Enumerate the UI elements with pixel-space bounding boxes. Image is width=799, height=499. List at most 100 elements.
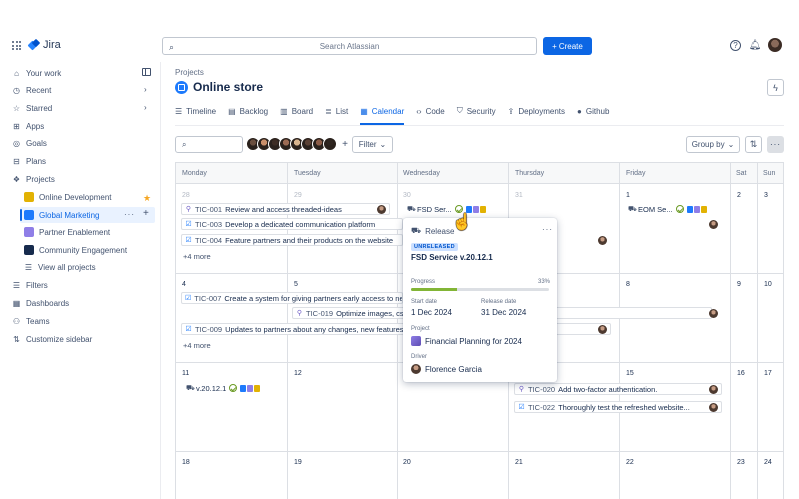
sidebar-project-community-engagement[interactable]: Community Engagement (24, 243, 127, 257)
chevron-down-icon: ⌄ (379, 140, 387, 149)
chevron-right-icon[interactable]: › (144, 103, 147, 112)
sidebar-item-label: Projects (26, 174, 55, 184)
tabs-divider (175, 125, 784, 126)
issue-summary: Review and access threaded-ideas (225, 204, 342, 214)
sidebar-project-online-development[interactable]: Online Development (24, 190, 111, 204)
assignee-avatar (709, 309, 718, 318)
release-event[interactable]: ⛟ EOM Se... (625, 203, 723, 215)
chevron-down-icon: ⌄ (727, 140, 735, 149)
hand-cursor-icon: ☝ (452, 214, 472, 231)
github-icon: ● (577, 106, 582, 116)
sidebar-item-goals[interactable]: ◎ Goals (12, 136, 47, 150)
release-name: EOM Se... (638, 204, 673, 214)
sidebar-item-filters[interactable]: ☰ Filters (12, 278, 48, 292)
automation-bolt-icon[interactable]: ϟ (767, 79, 784, 96)
group-by-button[interactable]: Group by ⌄ (686, 136, 740, 153)
start-date-value: 1 Dec 2024 (411, 308, 452, 317)
tab-list[interactable]: ≣ List (325, 104, 355, 118)
filter-icon: ☰ (12, 280, 21, 290)
page-title: Online store (175, 80, 263, 94)
sidebar-item-label: Plans (26, 156, 47, 166)
sidebar-item-projects[interactable]: ❖ Projects (12, 172, 55, 186)
create-button-label: Create (558, 41, 583, 51)
sidebar-project-global-marketing[interactable]: Global Marketing (24, 208, 99, 222)
day-number: 12 (294, 370, 302, 377)
grid-line (730, 162, 731, 499)
calendar-event[interactable]: ⚲ TIC-020 Add two-factor authentication. (514, 383, 722, 395)
assignee-avatar (598, 325, 607, 334)
collapse-sidebar-icon[interactable] (142, 68, 151, 76)
issue-key: TIC-020 (528, 384, 556, 394)
release-name: FSD Ser... (417, 204, 452, 214)
starred-star-icon[interactable]: ★ (143, 193, 151, 204)
tab-code[interactable]: ‹› Code (416, 104, 451, 118)
day-header: Tuesday (294, 170, 321, 177)
calendar-event[interactable]: ☑ TIC-003 Develop a dedicated communicat… (181, 218, 403, 230)
tab-deployments[interactable]: ⇪ Deployments (508, 104, 572, 118)
release-event[interactable]: ⛟ v.20.12.1 (183, 382, 283, 394)
calendar-event[interactable]: ⚲ TIC-001 Review and access threaded-ide… (181, 203, 390, 215)
calendar-search-input[interactable]: ⌕ (175, 136, 243, 153)
sidebar-item-dashboards[interactable]: ▦ Dashboards (12, 296, 69, 310)
list-icon: ≣ (325, 106, 332, 116)
more-actions-icon[interactable]: ··· (124, 210, 135, 219)
driver-value[interactable]: Florence Garcia (425, 365, 482, 374)
sidebar-item-teams[interactable]: ⚇ Teams (12, 314, 50, 328)
tab-github[interactable]: ● Github (577, 104, 616, 118)
sidebar-item-customize[interactable]: ⇅ Customize sidebar (12, 332, 92, 346)
more-events-link[interactable]: +4 more (183, 252, 211, 261)
sidebar-project-partner-enablement[interactable]: Partner Enablement (24, 225, 110, 239)
jira-logo[interactable]: Jira (29, 39, 61, 51)
shield-icon: ⛉ (456, 106, 463, 115)
assignee-avatar (709, 220, 718, 229)
notifications-bell-icon[interactable]: 🔔︎ (748, 38, 762, 52)
progress-percent: 33% (538, 279, 551, 285)
global-search-input[interactable]: ⌕ Search Atlassian (162, 37, 537, 55)
sidebar-item-your-work[interactable]: ⌂ Your work (12, 66, 61, 80)
filter-button[interactable]: Filter ⌄ (352, 136, 393, 153)
tab-calendar[interactable]: ▦ Calendar (360, 104, 411, 125)
day-number: 24 (764, 459, 772, 466)
tab-timeline[interactable]: ☰ Timeline (175, 104, 223, 118)
user-avatar[interactable] (768, 38, 782, 52)
tab-security[interactable]: ⛉ Security (457, 104, 503, 118)
add-assignee-icon[interactable]: + (338, 137, 352, 151)
release-icon: ⛟ (411, 226, 422, 235)
calendar-event[interactable]: ☑ TIC-007 Create a system for giving par… (181, 292, 403, 304)
tab-board[interactable]: ▥ Board (280, 104, 320, 118)
day-number: 15 (626, 370, 634, 377)
more-options-icon[interactable]: ··· (767, 136, 784, 153)
tab-backlog[interactable]: ▤ Backlog (228, 104, 275, 118)
day-number: 22 (626, 459, 634, 466)
assignee-avatar-group[interactable]: + (246, 137, 352, 151)
sidebar-item-plans[interactable]: ⊟ Plans (12, 154, 46, 168)
sidebar-item-label: Community Engagement (39, 245, 128, 255)
assignee-avatar (377, 205, 386, 214)
release-title[interactable]: FSD Service v.20.12.1 (411, 253, 493, 262)
plus-icon: + (552, 41, 557, 51)
breadcrumb[interactable]: Projects (175, 68, 204, 77)
app-switcher-icon[interactable] (12, 41, 21, 50)
more-actions-icon[interactable]: ··· (542, 225, 553, 234)
calendar-event[interactable]: ☑ TIC-022 Thoroughly test the refreshed … (514, 401, 722, 413)
add-icon[interactable]: + (143, 208, 149, 219)
sidebar-item-starred[interactable]: ☆ Starred (12, 101, 52, 115)
project-value[interactable]: Financial Planning for 2024 (425, 337, 522, 346)
assignee-avatar[interactable] (323, 137, 337, 151)
day-number: 29 (294, 192, 302, 199)
customize-icon: ⇅ (13, 334, 20, 344)
more-events-link[interactable]: +4 more (183, 341, 211, 350)
calendar-event[interactable]: ☑ TIC-004 Feature partners and their pro… (181, 234, 403, 246)
project-icon (175, 80, 188, 94)
sidebar-view-all-projects[interactable]: ☰ View all projects (24, 260, 96, 274)
sidebar-item-apps[interactable]: ⊞ Apps (12, 119, 44, 133)
release-details-popup: ⛟ Release ··· UNRELEASED FSD Service v.2… (403, 218, 557, 382)
sidebar-item-label: Goals (26, 138, 47, 148)
chevron-right-icon[interactable]: › (144, 85, 147, 94)
filter-button-label: Filter (358, 140, 377, 149)
view-settings-icon[interactable]: ⇅ (745, 136, 762, 153)
tab-label: Security (466, 106, 496, 116)
help-icon[interactable]: ? (730, 40, 741, 51)
create-button[interactable]: + Create (543, 37, 592, 55)
sidebar-item-recent[interactable]: ◷ Recent (12, 83, 51, 97)
